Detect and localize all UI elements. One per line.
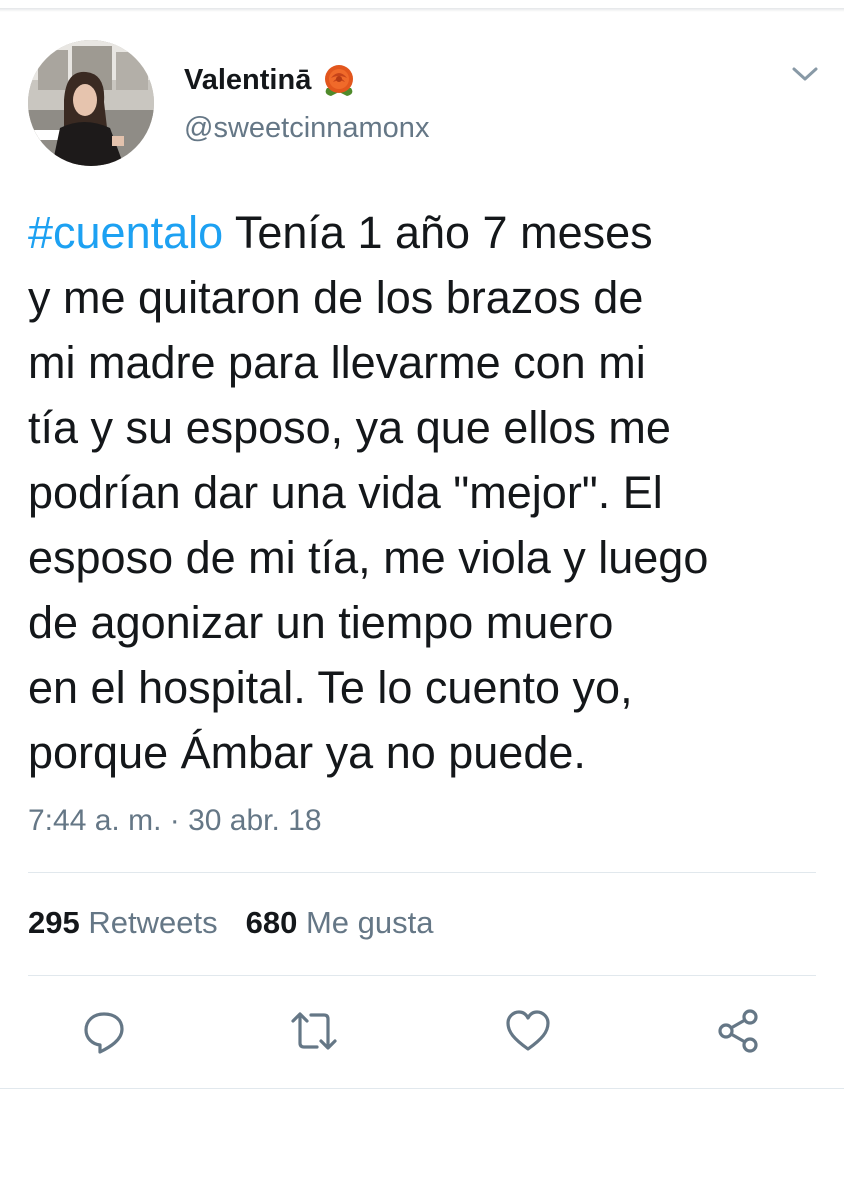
retweets-count: 295 bbox=[28, 905, 80, 940]
chevron-down-icon[interactable] bbox=[790, 62, 820, 86]
likes-stat[interactable]: 680 Me gusta bbox=[246, 905, 434, 941]
tweet-text-line-8: en el hospital. Te lo cuento yo, bbox=[28, 662, 633, 713]
top-edge-shadow bbox=[0, 8, 844, 12]
tweet-stats: 295 Retweets 680 Me gusta bbox=[28, 905, 433, 941]
tweet-text: #cuentalo Tenía 1 año 7 meses y me quita… bbox=[28, 200, 818, 785]
retweets-label: Retweets bbox=[88, 905, 218, 940]
tweet-text-line-4: tía y su esposo, ya que ellos me bbox=[28, 402, 671, 453]
retweet-icon[interactable] bbox=[290, 1007, 338, 1055]
tweet-bottom-border bbox=[0, 1088, 844, 1089]
display-name-text: Valentinā bbox=[184, 63, 312, 96]
avatar[interactable] bbox=[28, 40, 154, 166]
tweet-text-line-2: y me quitaron de los brazos de bbox=[28, 272, 644, 323]
divider bbox=[28, 872, 816, 873]
tweet-timestamp[interactable]: 7:44 a. m. · 30 abr. 18 bbox=[28, 804, 322, 838]
display-name[interactable]: Valentinā bbox=[184, 60, 359, 100]
user-handle[interactable]: @sweetcinnamonx bbox=[184, 112, 429, 145]
likes-label: Me gusta bbox=[305, 905, 434, 940]
reply-icon[interactable] bbox=[80, 1007, 128, 1055]
tweet-text-line-1: #cuentalo Tenía 1 año 7 meses bbox=[28, 200, 818, 265]
tweet-text-line-7: de agonizar un tiempo muero bbox=[28, 597, 614, 648]
retweets-stat[interactable]: 295 Retweets bbox=[28, 905, 218, 941]
avatar-photo bbox=[28, 40, 154, 166]
tweet-text-first-line: Tenía 1 año 7 meses bbox=[223, 207, 653, 258]
tweet-text-line-9: porque Ámbar ya no puede. bbox=[28, 727, 586, 778]
tweet-text-line-3: mi madre para llevarme con mi bbox=[28, 337, 646, 388]
tweet-actions bbox=[0, 1007, 844, 1057]
rose-icon bbox=[319, 60, 359, 100]
hashtag-link[interactable]: #cuentalo bbox=[28, 207, 223, 258]
tweet-text-line-6: esposo de mi tía, me viola y luego bbox=[28, 532, 709, 583]
likes-count: 680 bbox=[245, 905, 298, 940]
divider bbox=[28, 975, 816, 976]
share-icon[interactable] bbox=[714, 1007, 762, 1055]
tweet-text-line-5: podrían dar una vida "mejor". El bbox=[28, 467, 663, 518]
like-icon[interactable] bbox=[504, 1007, 552, 1055]
